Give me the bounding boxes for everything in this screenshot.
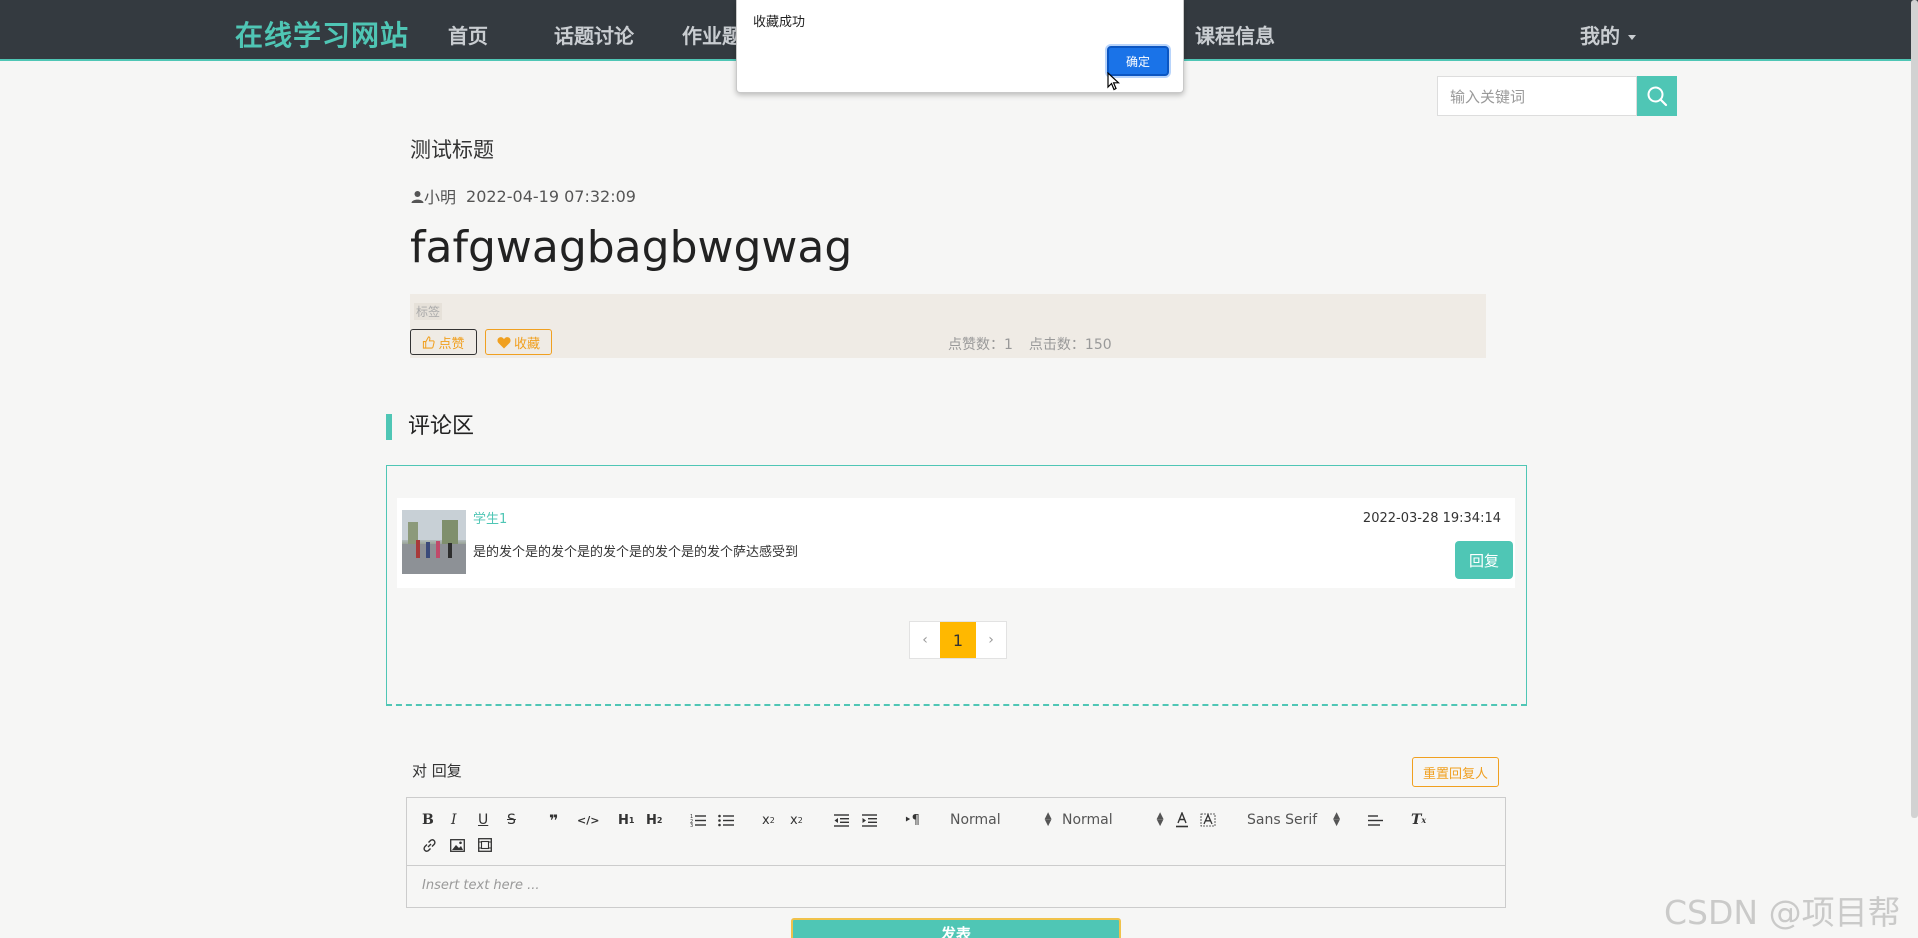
article-stats: 点赞数：1 点击数：150 (948, 334, 1128, 354)
favorite-button[interactable]: 收藏 (485, 329, 552, 355)
select-arrows-icon: ▲ ▼ (1156, 811, 1164, 828)
site-brand[interactable]: 在线学习网站 (235, 14, 409, 54)
avatar-image (402, 510, 466, 574)
background-color-icon[interactable] (1200, 810, 1216, 830)
rich-text-editor: B I U S ❞ </> H1 H2 123 x2 x2 ‣¶ Normal … (406, 797, 1506, 908)
like-label: 点赞 (438, 335, 465, 351)
editor-toolbar: B I U S ❞ </> H1 H2 123 x2 x2 ‣¶ Normal … (407, 798, 1505, 866)
commenter-name[interactable]: 学生1 (473, 508, 507, 527)
reply-button[interactable]: 回复 (1455, 541, 1513, 579)
article-content: fafgwagbagbwgwag (410, 222, 853, 273)
comment-section-title: 评论区 (386, 414, 474, 440)
search-input[interactable]: 输入关键词 (1437, 76, 1637, 116)
search-icon (1647, 86, 1668, 107)
article-meta: 小明 2022-04-19 07:32:09 (411, 184, 636, 208)
pager-prev[interactable]: ‹ (910, 622, 940, 658)
underline-icon[interactable]: U (478, 810, 488, 830)
click-count: 点击数：150 (1028, 337, 1112, 353)
svg-text:3: 3 (690, 823, 693, 827)
outdent-icon[interactable] (834, 810, 849, 830)
text-direction-icon[interactable]: ‣¶ (904, 810, 920, 830)
comment-text: 是的发个是的发个是的发个是的发个是的发个萨达感受到 (473, 545, 799, 560)
select-arrows-icon: ▲ ▼ (1333, 811, 1341, 828)
size-select[interactable]: Normal ▲ ▼ (1062, 810, 1164, 830)
superscript-icon[interactable]: x2 (790, 810, 803, 830)
header-select-value: Normal (950, 812, 1001, 828)
pager-page-current[interactable]: 1 (940, 622, 976, 658)
tag-label: 标签 (414, 303, 443, 320)
heart-icon (497, 336, 511, 348)
code-block-icon[interactable]: </> (577, 810, 599, 830)
subscript-icon[interactable]: x2 (762, 810, 775, 830)
indent-icon[interactable] (862, 810, 877, 830)
align-icon[interactable] (1368, 810, 1383, 830)
editor-text-area[interactable]: Insert text here ... (422, 878, 540, 893)
strikethrough-icon[interactable]: S (507, 810, 516, 830)
chevron-down-icon (1628, 35, 1636, 40)
comment-item: 学生1 是的发个是的发个是的发个是的发个是的发个萨达感受到 2022-03-28… (397, 498, 1515, 588)
editor-placeholder: Insert text here ... (422, 878, 540, 893)
comment-time: 2022-03-28 19:34:14 (1362, 511, 1501, 526)
link-icon[interactable] (422, 835, 437, 855)
page-scrollbar[interactable] (1911, 0, 1918, 818)
search-placeholder: 输入关键词 (1450, 87, 1526, 106)
image-icon[interactable] (450, 835, 465, 855)
heading-1-icon[interactable]: H1 (618, 810, 634, 830)
nav-item-home[interactable]: 首页 (448, 20, 488, 49)
article-title: 测试标题 (410, 138, 494, 162)
article-action-bar: 标签 点赞 收藏 点赞数：1 点击数：150 (410, 294, 1486, 358)
comment-list: 学生1 是的发个是的发个是的发个是的发个是的发个萨达感受到 2022-03-28… (386, 465, 1527, 706)
alert-message: 收藏成功 (753, 15, 806, 30)
video-icon[interactable] (478, 835, 492, 855)
font-color-icon[interactable] (1175, 810, 1189, 830)
select-arrows-icon: ▲ ▼ (1044, 811, 1052, 828)
clear-format-icon[interactable]: Tx (1411, 810, 1426, 830)
blockquote-icon[interactable]: ❞ (549, 810, 558, 830)
article-author: 小明 (424, 188, 457, 207)
article-date: 2022-04-19 07:32:09 (466, 186, 636, 206)
user-icon (411, 190, 424, 203)
italic-icon[interactable]: I (451, 810, 457, 830)
size-select-value: Normal (1062, 812, 1113, 828)
user-menu-label: 我的 (1580, 24, 1620, 48)
mouse-cursor-icon (1107, 72, 1121, 91)
pagination: ‹ 1 › (909, 621, 1007, 659)
commenter-avatar (402, 510, 466, 574)
submit-comment-button[interactable]: 发表 (791, 918, 1121, 938)
font-select[interactable]: Sans Serif ▲ ▼ (1247, 810, 1340, 830)
thumbs-up-icon (423, 335, 436, 349)
search-button[interactable] (1637, 76, 1677, 116)
like-count: 点赞数：1 (948, 337, 1013, 353)
user-menu-toggle[interactable]: 我的 (1580, 20, 1636, 49)
nav-item-courses[interactable]: 课程信息 (1195, 20, 1275, 49)
font-select-value: Sans Serif (1247, 812, 1318, 828)
reply-target-label: 对 回复 (412, 762, 462, 780)
csdn-watermark: CSDN @项目帮 (1664, 893, 1901, 932)
heading-2-icon[interactable]: H2 (646, 810, 662, 830)
reset-reply-target-button[interactable]: 重置回复人 (1412, 757, 1499, 787)
bold-icon[interactable]: B (422, 810, 434, 830)
nav-item-homework[interactable]: 作业题 (682, 20, 742, 49)
favorite-label: 收藏 (513, 335, 540, 351)
bullet-list-icon[interactable] (718, 810, 734, 830)
like-button[interactable]: 点赞 (410, 329, 477, 355)
header-select[interactable]: Normal ▲ ▼ (950, 810, 1052, 830)
pager-next[interactable]: › (976, 622, 1006, 658)
ordered-list-icon[interactable]: 123 (690, 810, 706, 830)
nav-item-topics[interactable]: 话题讨论 (554, 20, 634, 49)
